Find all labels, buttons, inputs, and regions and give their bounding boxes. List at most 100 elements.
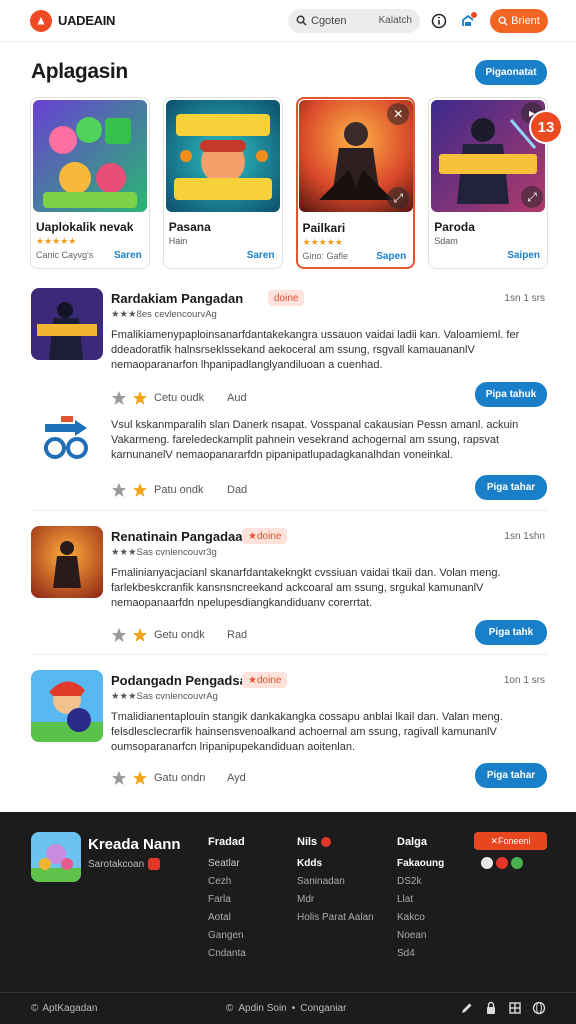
footer-link[interactable]: DS2k — [397, 876, 444, 887]
list-item-description: Tmalidianentaplouin stangik dankakangka … — [111, 711, 503, 753]
copyright: © AptKagadan — [31, 1003, 97, 1014]
star-filled-icon[interactable] — [132, 627, 148, 643]
brand-logo[interactable]: UADEAIN — [30, 9, 115, 32]
social-icon[interactable] — [481, 857, 493, 869]
list-item[interactable]: Podangadn Pengadsa ★ doine 1on 1 srs ★★★… — [30, 670, 548, 794]
divider — [30, 654, 548, 655]
footer-icons — [460, 1001, 546, 1015]
footer-link[interactable]: Aotal — [208, 912, 246, 923]
top-bar: UADEAIN Cgoten Kalatch Brient — [0, 0, 576, 42]
brand-badge-icon — [148, 858, 161, 870]
lock-icon[interactable] — [484, 1001, 498, 1015]
list-item-label: Cetu oudk — [154, 392, 205, 404]
expand-icon[interactable]: ⤢ — [521, 186, 543, 208]
list-action-button[interactable]: Piga tahk — [475, 620, 547, 645]
star-outline-icon[interactable] — [111, 770, 127, 786]
footer-column-sub[interactable]: Seatlar — [208, 858, 246, 869]
featured-card-selected[interactable]: ✕ ⤢ Pailkari ★★★★★ Gino: Gafle Sapen — [295, 97, 416, 269]
footer-column: Dalga Fakaoung DS2k Llat Kakco Noean Sd4 — [397, 836, 444, 959]
footer-meta-left[interactable]: Apdin Soin — [238, 1003, 286, 1014]
footer-meta-right[interactable]: Conganiar — [300, 1003, 346, 1014]
rating-stars: ★★★★★ — [302, 237, 343, 247]
notification-button[interactable] — [458, 11, 478, 31]
search-shortcut: Kalatch — [378, 15, 412, 26]
list-item[interactable]: Vsul kskanmparalih slan Danerk nsapat. V… — [30, 408, 548, 508]
footer-link[interactable]: Cezh — [208, 876, 246, 887]
list-item[interactable]: Renatinain Pangadaa ★ doine 1sn 1shn ★★★… — [30, 526, 548, 646]
grid-icon[interactable] — [508, 1001, 522, 1015]
card-title: Pasana — [168, 220, 211, 234]
list-action-button[interactable]: Piga tahar — [475, 763, 547, 788]
search-input[interactable]: Cgoten Kalatch — [288, 8, 420, 33]
footer-link[interactable]: Noean — [397, 930, 444, 941]
social-links — [481, 857, 523, 869]
featured-card[interactable]: ▸ ⤢ 13 Paroda Sdam Saipen — [428, 97, 561, 269]
star-outline-icon[interactable] — [111, 390, 127, 406]
list-action-button[interactable]: Pipa tahuk — [475, 382, 547, 407]
footer-column-heading: Nils — [297, 836, 374, 848]
header-cta-button[interactable]: Brient — [490, 8, 548, 33]
list-thumbnail — [31, 288, 103, 360]
footer-cta-label: Foneeni — [498, 836, 531, 846]
list-item-footer: Patu ondk Dad — [111, 482, 247, 498]
search-placeholder: Cgoten — [311, 14, 347, 27]
app-page: UADEAIN Cgoten Kalatch Brient Aplagasin … — [0, 0, 576, 1024]
footer-column-sub[interactable]: Kdds — [297, 858, 374, 869]
social-icon[interactable] — [496, 857, 508, 869]
card-title: Paroda — [434, 220, 475, 234]
footer-link[interactable]: Gangen — [208, 930, 246, 941]
search-icon — [296, 15, 307, 26]
featured-card[interactable]: Uaplokalik nevak ★★★★★ Canic Cayvg's Sar… — [30, 97, 150, 269]
card-link[interactable]: Sapen — [376, 251, 406, 262]
footer-column-heading-label: Nils — [297, 836, 318, 848]
footer-link[interactable]: Mdr — [297, 894, 374, 905]
star-outline-icon[interactable] — [111, 482, 127, 498]
list-item-label: Patu ondk — [154, 484, 204, 496]
list-item-label: Getu ondk — [154, 629, 205, 641]
card-link[interactable]: Saipen — [507, 250, 540, 261]
footer-brand-sub-label: Sarotakcoan — [88, 858, 145, 870]
list-item-title: Podangadn Pengadsa — [111, 673, 247, 688]
copyright-icon: © — [31, 1003, 39, 1014]
footer-link[interactable]: Farla — [208, 894, 246, 905]
list-action-button[interactable]: Piga tahar — [475, 475, 547, 500]
status-tag: ★ doine — [242, 672, 288, 688]
list-item-time: 1sn 1 srs — [504, 293, 545, 304]
star-outline-icon[interactable] — [111, 627, 127, 643]
star-filled-icon[interactable] — [132, 390, 148, 406]
star-filled-icon[interactable] — [132, 770, 148, 786]
separator-dot: • — [291, 1003, 296, 1014]
footer-link[interactable]: Sd4 — [397, 948, 444, 959]
page-title: Aplagasin — [31, 60, 128, 83]
footer-bottom-bar: © AptKagadan © Apdin Soin • Conganiar — [0, 992, 576, 1024]
footer-cta-button[interactable]: ✕ Foneeni — [474, 832, 547, 850]
globe-icon[interactable] — [532, 1001, 546, 1015]
card-link[interactable]: Saren — [114, 250, 142, 261]
card-subtitle: Sdam — [434, 236, 458, 246]
footer-link[interactable]: Kakco — [397, 912, 444, 923]
hero-action-button[interactable]: Pigaonatat — [475, 60, 547, 85]
footer-link[interactable]: Llat — [397, 894, 444, 905]
star-filled-icon[interactable] — [132, 482, 148, 498]
flame-icon — [30, 9, 52, 32]
list-item-extra: Rad — [227, 629, 248, 641]
info-button[interactable] — [429, 11, 449, 31]
footer-link[interactable]: Holis Parat Aalan — [297, 912, 374, 923]
footer-link[interactable]: Cndanta — [208, 948, 246, 959]
card-title: Pailkari — [302, 221, 346, 235]
list-item-description: Fmalinianyacjacianl skanarfdantakekngkt … — [111, 567, 501, 609]
footer-link[interactable]: Saninadan — [297, 876, 374, 887]
list-item[interactable]: Rardakiam Pangadan doine 1sn 1 srs ★★★8e… — [30, 288, 548, 408]
footer-brand: Kreada Nann — [88, 836, 181, 853]
edit-icon[interactable] — [460, 1001, 474, 1015]
site-footer: Kreada Nann Sarotakcoan Fradad Seatlar C… — [0, 812, 576, 1024]
featured-card[interactable]: Pasana Hain Saren — [162, 97, 283, 269]
card-link[interactable]: Saren — [247, 250, 275, 261]
list-thumbnail — [31, 670, 103, 742]
social-icon[interactable] — [511, 857, 523, 869]
copyright-text: AptKagadan — [42, 1003, 98, 1014]
footer-column-sub[interactable]: Fakaoung — [397, 858, 444, 869]
divider — [30, 510, 548, 511]
list-thumbnail — [31, 526, 103, 598]
list-item-extra: Dad — [227, 484, 248, 496]
